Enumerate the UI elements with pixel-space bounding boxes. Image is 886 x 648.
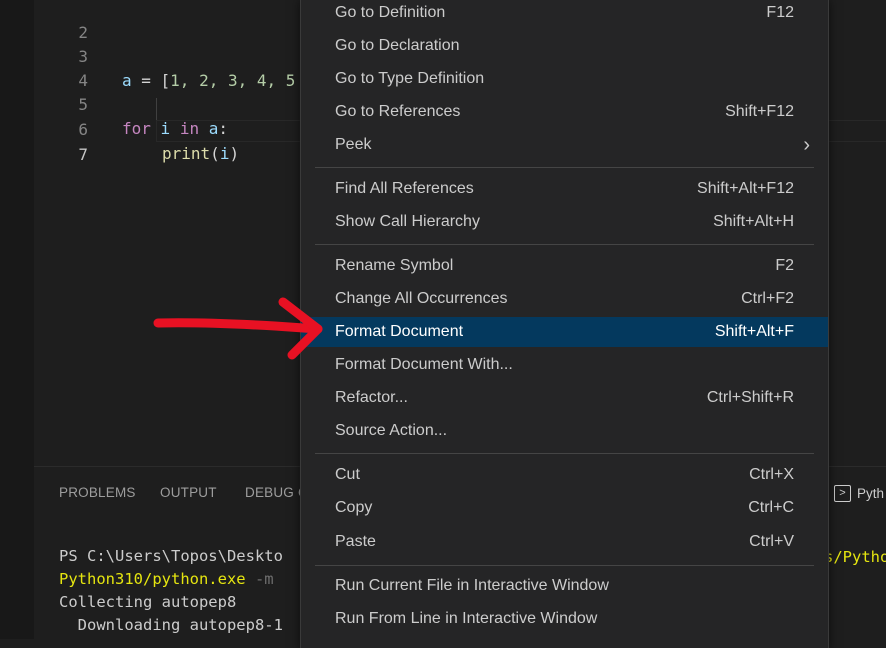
- menu-item-label: Show Call Hierarchy: [335, 213, 480, 230]
- menu-item-label: Run Current File in Interactive Window: [335, 577, 609, 594]
- editor-context-menu: Go to Definition F12 Go to Declaration G…: [300, 0, 829, 648]
- menu-item-label: Copy: [335, 499, 373, 516]
- terminal-line: PS C:\Users\Topos\Deskto: [59, 547, 283, 565]
- menu-item-shortcut: Shift+Alt+H: [713, 213, 794, 230]
- menu-item-rename-symbol[interactable]: Rename Symbol F2: [301, 251, 828, 281]
- menu-item-show-call-hierarchy[interactable]: Show Call Hierarchy Shift+Alt+H: [301, 207, 828, 237]
- terminal-line: Collecting autopep8: [59, 593, 237, 611]
- menu-item-label: Find All References: [335, 180, 474, 197]
- menu-item-shortcut: Ctrl+C: [748, 499, 794, 516]
- menu-item-label: Go to Definition: [335, 4, 446, 21]
- menu-separator: [315, 244, 814, 245]
- menu-item-source-action[interactable]: Source Action...: [301, 416, 828, 446]
- line-number: 7: [78, 145, 88, 164]
- menu-item-find-all-references[interactable]: Find All References Shift+Alt+F12: [301, 174, 828, 204]
- indent-guide: [156, 98, 157, 120]
- menu-item-go-to-definition[interactable]: Go to Definition F12: [301, 0, 828, 28]
- terminal-line: Downloading autopep8-1: [59, 616, 283, 634]
- menu-item-cut[interactable]: Cut Ctrl+X: [301, 460, 828, 490]
- terminal-icon: >: [834, 484, 851, 502]
- token-variable: i: [219, 144, 230, 163]
- menu-item-shortcut: Shift+Alt+F: [714, 323, 794, 340]
- token-function: print: [162, 144, 211, 163]
- menu-item-label: Go to Type Definition: [335, 70, 485, 87]
- tab-output[interactable]: OUTPUT: [160, 485, 217, 500]
- code-text: print(i): [162, 142, 239, 166]
- menu-item-refactor[interactable]: Refactor... Ctrl+Shift+R: [301, 383, 828, 413]
- menu-item-label: Format Document With...: [335, 356, 513, 373]
- menu-item-format-document-with[interactable]: Format Document With...: [301, 350, 828, 380]
- menu-separator: [315, 453, 814, 454]
- activity-bar-edge: [0, 0, 34, 639]
- menu-item-format-document[interactable]: Format Document Shift+Alt+F: [301, 317, 828, 347]
- menu-item-go-to-type-definition[interactable]: Go to Type Definition: [301, 64, 828, 94]
- menu-item-shortcut: Ctrl+F2: [741, 290, 794, 307]
- menu-item-label: Run From Line in Interactive Window: [335, 610, 598, 627]
- menu-item-paste[interactable]: Paste Ctrl+V: [301, 527, 828, 557]
- terminal-exe-path: Python310/python.exe: [59, 570, 246, 588]
- menu-item-label: Paste: [335, 533, 376, 550]
- terminal-instance-tab[interactable]: > Pyth: [834, 483, 884, 503]
- menu-item-run-current-file-interactive[interactable]: Run Current File in Interactive Window: [301, 571, 828, 601]
- token-operator: (: [210, 144, 220, 163]
- terminal-tab-label: Pyth: [857, 485, 885, 501]
- menu-item-run-from-line-interactive[interactable]: Run From Line in Interactive Window: [301, 604, 828, 634]
- menu-item-label: Go to Declaration: [335, 37, 460, 54]
- terminal-path-fragment: s/Pytho: [824, 548, 886, 566]
- menu-item-shortcut: Shift+Alt+F12: [697, 180, 794, 197]
- menu-item-copy[interactable]: Copy Ctrl+C: [301, 493, 828, 523]
- terminal-line: Python310/python.exe -m: [59, 568, 274, 591]
- token-operator: ): [229, 144, 240, 163]
- menu-separator: [315, 167, 814, 168]
- menu-item-label: Refactor...: [335, 389, 408, 406]
- menu-item-go-to-declaration[interactable]: Go to Declaration: [301, 31, 828, 61]
- menu-item-label: Cut: [335, 466, 360, 483]
- menu-item-peek[interactable]: Peek ›: [301, 130, 828, 160]
- menu-separator: [315, 565, 814, 566]
- menu-item-label: Source Action...: [335, 422, 448, 439]
- menu-item-label: Go to References: [335, 103, 461, 120]
- menu-item-label: Change All Occurrences: [335, 290, 508, 307]
- menu-item-shortcut: Ctrl+V: [749, 533, 794, 550]
- menu-item-shortcut: Ctrl+X: [749, 466, 794, 483]
- menu-item-label: Rename Symbol: [335, 257, 454, 274]
- menu-item-label: Format Document: [335, 323, 464, 340]
- terminal-flag: -m: [245, 570, 274, 588]
- chevron-right-icon: ›: [803, 134, 810, 156]
- menu-item-shortcut: Ctrl+Shift+R: [706, 389, 794, 406]
- menu-item-go-to-references[interactable]: Go to References Shift+F12: [301, 97, 828, 127]
- menu-item-label: Peek: [335, 136, 372, 153]
- menu-item-shortcut: Shift+F12: [725, 103, 794, 120]
- tab-problems[interactable]: PROBLEMS: [59, 485, 136, 500]
- tab-debug-console[interactable]: DEBUG C: [245, 485, 308, 500]
- menu-item-change-all-occurrences[interactable]: Change All Occurrences Ctrl+F2: [301, 284, 828, 314]
- menu-item-shortcut: F2: [775, 257, 794, 274]
- menu-item-shortcut: F12: [766, 4, 794, 21]
